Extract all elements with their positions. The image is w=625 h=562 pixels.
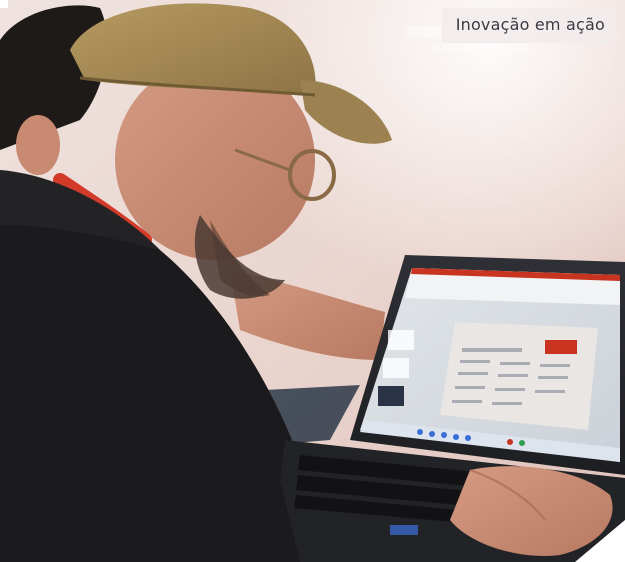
caption-badge: Inovação em ação — [441, 8, 617, 43]
scene-photo — [0, 0, 625, 562]
corner-cut — [0, 0, 8, 8]
caption-text: Inovação em ação — [455, 15, 605, 34]
photo-frame: Inovação em ação — [0, 0, 625, 562]
